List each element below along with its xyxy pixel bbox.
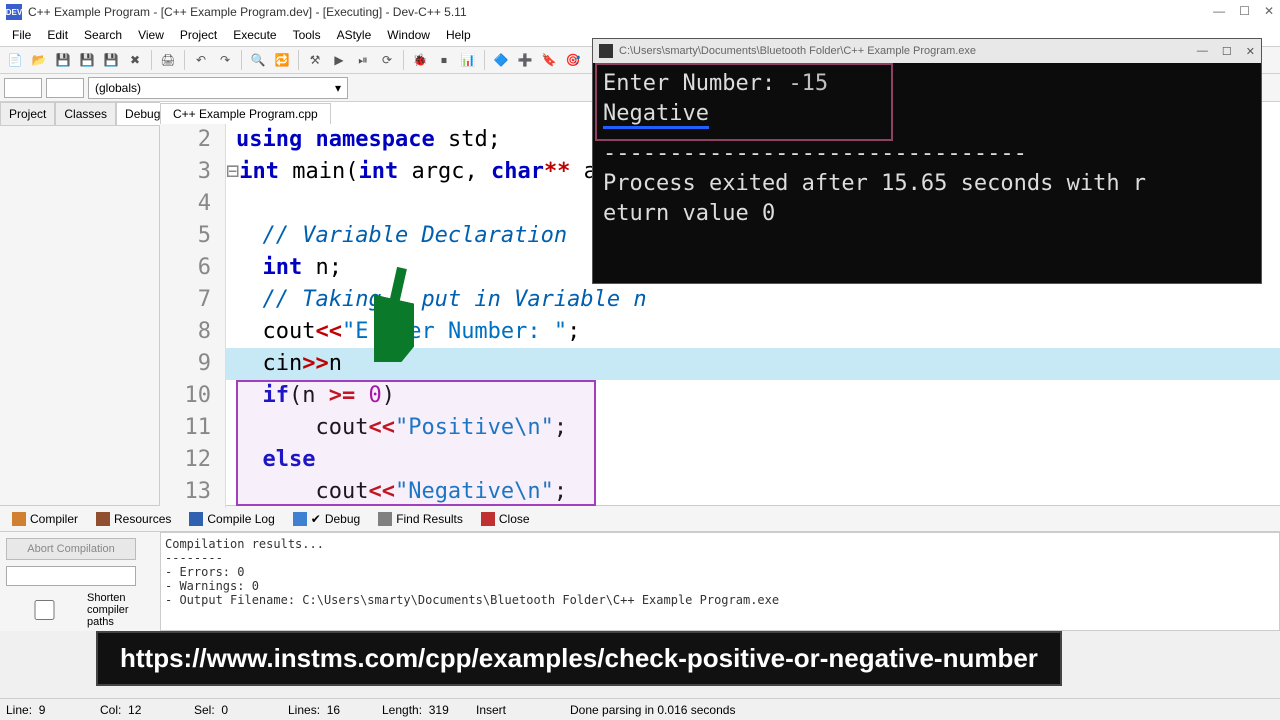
bottom-panel: Abort Compilation Shorten compiler paths…: [0, 531, 1280, 631]
console-minimize-icon[interactable]: —: [1197, 45, 1208, 58]
shorten-paths-checkbox[interactable]: Shorten compiler paths: [6, 592, 154, 628]
rebuild-icon[interactable]: ⟳: [376, 49, 398, 71]
menu-view[interactable]: View: [130, 26, 172, 44]
goto-icon[interactable]: 🎯: [562, 49, 584, 71]
separator: [151, 50, 152, 70]
compiler-filter-input[interactable]: [6, 566, 136, 586]
url-banner: https://www.instms.com/cpp/examples/chec…: [96, 631, 1062, 686]
close-icon[interactable]: ✕: [1264, 4, 1274, 18]
new-class-icon[interactable]: 🔷: [490, 49, 512, 71]
stop-icon[interactable]: ⏹: [433, 49, 455, 71]
bottom-panel-left: Abort Compilation Shorten compiler paths: [0, 532, 160, 631]
find-icon[interactable]: 🔍: [247, 49, 269, 71]
scope-dropdown[interactable]: (globals)▾: [88, 77, 348, 99]
code-line[interactable]: 7 // Taking put in Variable n: [160, 284, 1280, 316]
menu-help[interactable]: Help: [438, 26, 479, 44]
separator: [184, 50, 185, 70]
run-icon[interactable]: ▶: [328, 49, 350, 71]
separator: [241, 50, 242, 70]
close-file-icon[interactable]: ✖: [124, 49, 146, 71]
tab-close[interactable]: Close: [475, 510, 536, 528]
profile-icon[interactable]: 📊: [457, 49, 479, 71]
minimize-icon[interactable]: —: [1213, 4, 1225, 18]
insert-icon[interactable]: ➕: [514, 49, 536, 71]
separator: [403, 50, 404, 70]
tab-resources[interactable]: Resources: [90, 510, 177, 528]
abort-compilation-button[interactable]: Abort Compilation: [6, 538, 136, 560]
console-output[interactable]: Enter Number: -15 Negative -------------…: [593, 63, 1261, 235]
bookmark-icon[interactable]: 🔖: [538, 49, 560, 71]
tab-compile-log[interactable]: Compile Log: [183, 510, 280, 528]
window-controls: — ☐ ✕: [1213, 4, 1274, 18]
statusbar: Line: 9 Col: 12 Sel: 0 Lines: 16 Length:…: [0, 698, 1280, 720]
open-icon[interactable]: 📂: [28, 49, 50, 71]
side-tab-classes[interactable]: Classes: [55, 102, 116, 126]
console-exit-1: Process exited after 15.65 seconds with …: [603, 169, 1251, 199]
console-user-input: -15: [788, 71, 828, 96]
save-all-icon[interactable]: 💾: [76, 49, 98, 71]
side-tab-project[interactable]: Project: [0, 102, 55, 126]
tab-find-results[interactable]: Find Results: [372, 510, 469, 528]
code-line[interactable]: 12 else: [160, 444, 1280, 476]
menu-file[interactable]: File: [4, 26, 39, 44]
bottom-tabs: Compiler Resources Compile Log ✔ Debug F…: [0, 505, 1280, 531]
save-as-icon[interactable]: 💾: [100, 49, 122, 71]
menu-tools[interactable]: Tools: [285, 26, 329, 44]
titlebar: DEV C++ Example Program - [C++ Example P…: [0, 0, 1280, 24]
side-panel: Project Classes Debug: [0, 102, 160, 505]
menu-edit[interactable]: Edit: [39, 26, 76, 44]
compile-run-icon[interactable]: ⏯: [352, 49, 374, 71]
forward-chip[interactable]: [46, 78, 84, 98]
file-tab-active[interactable]: C++ Example Program.cpp: [160, 103, 331, 124]
print-icon[interactable]: 🖨: [157, 49, 179, 71]
code-line[interactable]: 8 cout<<"E ter Number: ";: [160, 316, 1280, 348]
console-divider: --------------------------------: [603, 139, 1251, 169]
console-icon: [599, 44, 613, 58]
console-prompt: Enter Number:: [603, 71, 788, 96]
debug-icon[interactable]: 🐞: [409, 49, 431, 71]
tab-compiler[interactable]: Compiler: [6, 510, 84, 528]
console-title-text: C:\Users\smarty\Documents\Bluetooth Fold…: [619, 45, 976, 57]
console-exit-2: eturn value 0: [603, 199, 1251, 229]
console-result: Negative: [603, 101, 709, 129]
console-window: C:\Users\smarty\Documents\Bluetooth Fold…: [592, 38, 1262, 284]
menu-execute[interactable]: Execute: [225, 26, 284, 44]
code-line[interactable]: 10 if(n >= 0): [160, 380, 1280, 412]
separator: [484, 50, 485, 70]
replace-icon[interactable]: 🔁: [271, 49, 293, 71]
app-icon: DEV: [6, 4, 22, 20]
title-text: C++ Example Program - [C++ Example Progr…: [28, 5, 467, 19]
code-line[interactable]: 9 cin>>n: [160, 348, 1280, 380]
menu-astyle[interactable]: AStyle: [329, 26, 380, 44]
console-titlebar: C:\Users\smarty\Documents\Bluetooth Fold…: [593, 39, 1261, 63]
new-file-icon[interactable]: 📄: [4, 49, 26, 71]
menu-window[interactable]: Window: [379, 26, 438, 44]
maximize-icon[interactable]: ☐: [1239, 4, 1250, 18]
separator: [298, 50, 299, 70]
menu-project[interactable]: Project: [172, 26, 225, 44]
code-line[interactable]: 11 cout<<"Positive\n";: [160, 412, 1280, 444]
code-line[interactable]: 13 cout<<"Negative\n";: [160, 476, 1280, 508]
compile-icon[interactable]: ⚒: [304, 49, 326, 71]
menu-search[interactable]: Search: [76, 26, 130, 44]
compile-log-output[interactable]: Compilation results... -------- - Errors…: [160, 532, 1280, 631]
console-maximize-icon[interactable]: ☐: [1222, 45, 1232, 58]
save-icon[interactable]: 💾: [52, 49, 74, 71]
undo-icon[interactable]: ↶: [190, 49, 212, 71]
redo-icon[interactable]: ↷: [214, 49, 236, 71]
tab-debug[interactable]: ✔ Debug: [287, 510, 366, 528]
console-close-icon[interactable]: ✕: [1246, 45, 1255, 58]
back-chip[interactable]: [4, 78, 42, 98]
